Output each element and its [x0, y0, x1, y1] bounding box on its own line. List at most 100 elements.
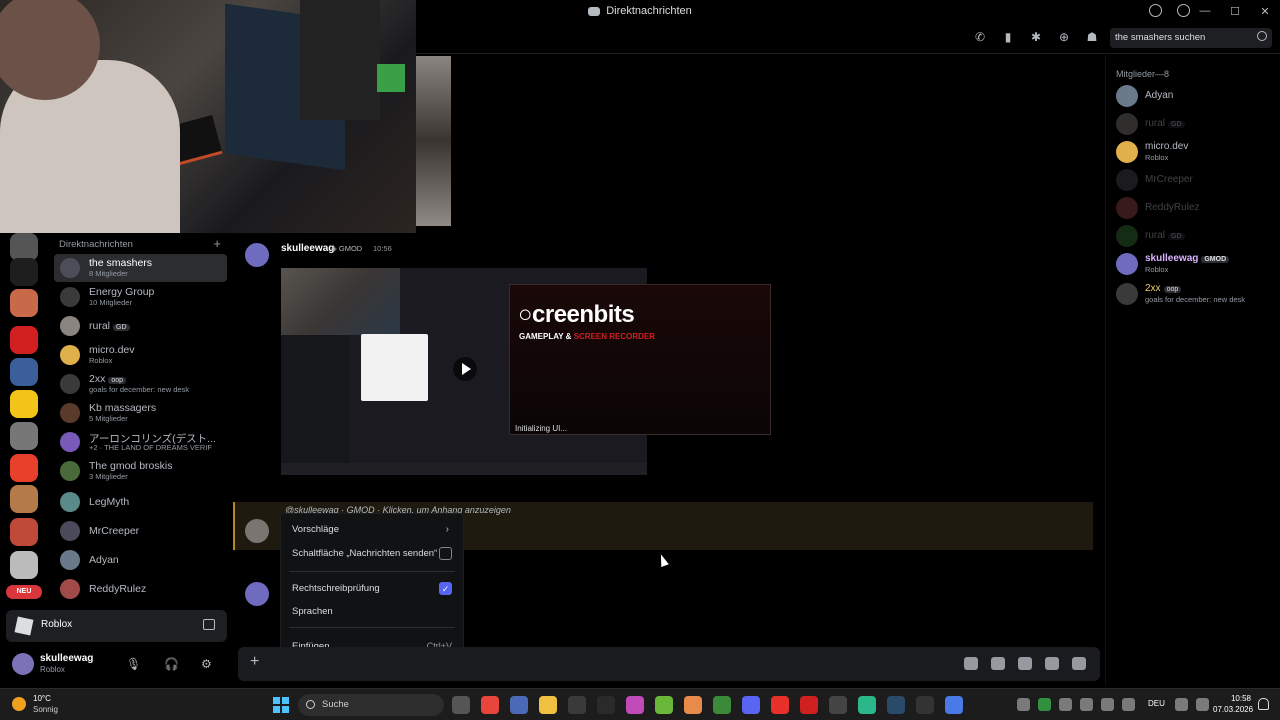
- new-badge[interactable]: NEU: [6, 585, 42, 599]
- member-skulleewag[interactable]: skulleewag GMOD Roblox: [1114, 250, 1279, 278]
- spellcheck-checkbox[interactable]: ✓: [439, 582, 452, 595]
- maximize-button[interactable]: ☐: [1220, 5, 1250, 18]
- volume-icon[interactable]: [1196, 698, 1209, 711]
- message-composer[interactable]: +: [238, 647, 1100, 681]
- dm-item-mrcreeper[interactable]: MrCreeper: [54, 517, 227, 545]
- member-rural[interactable]: rural GD: [1114, 110, 1279, 138]
- tray-app-icon[interactable]: [1038, 698, 1051, 711]
- member-adyan[interactable]: Adyan: [1114, 82, 1279, 110]
- app-icon[interactable]: [858, 696, 876, 714]
- emoji-icon[interactable]: [1045, 657, 1059, 670]
- sticker-icon[interactable]: [1018, 657, 1032, 670]
- members-icon[interactable]: ☗: [1084, 30, 1100, 44]
- steam-icon[interactable]: [887, 696, 905, 714]
- member-rural-2[interactable]: rural GD: [1114, 222, 1279, 250]
- dm-sub: Roblox: [89, 356, 113, 365]
- search-input[interactable]: the smashers suchen: [1110, 28, 1272, 48]
- store-icon[interactable]: [568, 696, 586, 714]
- dm-item-reddyrulez[interactable]: ReddyRulez: [54, 575, 227, 603]
- avatar[interactable]: [245, 582, 269, 606]
- app-icon[interactable]: [916, 696, 934, 714]
- avatar[interactable]: [245, 243, 269, 267]
- tray-overflow-icon[interactable]: [1017, 698, 1030, 711]
- new-dm-icon[interactable]: +: [213, 236, 221, 251]
- taskbar-search[interactable]: Suche: [298, 694, 444, 716]
- server-icon[interactable]: [10, 258, 38, 286]
- send-button-checkbox[interactable]: [439, 547, 452, 560]
- activity-share-icon[interactable]: [203, 619, 215, 630]
- server-icon[interactable]: [10, 289, 38, 317]
- minimize-button[interactable]: —: [1190, 5, 1220, 17]
- dm-item-gmod-broskis[interactable]: The gmod broskis 3 Mitglieder: [54, 457, 227, 485]
- microphone-icon[interactable]: 🎙: [126, 657, 141, 671]
- network-icon[interactable]: [1175, 698, 1188, 711]
- minecraft-icon[interactable]: [713, 696, 731, 714]
- dm-item-energy-group[interactable]: Energy Group 10 Mitglieder: [54, 283, 227, 311]
- dm-item-adyan[interactable]: Adyan: [54, 546, 227, 574]
- server-icon[interactable]: [10, 551, 38, 579]
- server-icon[interactable]: [10, 422, 38, 450]
- dm-item-2xx[interactable]: 2xx oop goals for december: new desk: [54, 370, 227, 398]
- activity-panel[interactable]: Roblox: [6, 610, 227, 642]
- calculator-icon[interactable]: [510, 696, 528, 714]
- app-icon[interactable]: [945, 696, 963, 714]
- steam-tray-icon[interactable]: [1059, 698, 1072, 711]
- server-icon[interactable]: [10, 518, 38, 546]
- server-icon[interactable]: [10, 358, 38, 386]
- app-icon[interactable]: [800, 696, 818, 714]
- app-icon[interactable]: [829, 696, 847, 714]
- chrome-icon[interactable]: [481, 696, 499, 714]
- menu-item-suggestions[interactable]: Vorschläge: [292, 524, 339, 535]
- server-icon[interactable]: [10, 485, 38, 513]
- app-icon[interactable]: [684, 696, 702, 714]
- member-micro-dev[interactable]: micro.dev Roblox: [1114, 138, 1279, 166]
- dm-item-rural[interactable]: rural GD: [54, 312, 227, 340]
- member-reddyrulez[interactable]: ReddyRulez: [1114, 194, 1279, 222]
- dm-item-the-smashers[interactable]: the smashers 8 Mitglieder: [54, 254, 227, 282]
- avatar[interactable]: [245, 519, 269, 543]
- mic-tray-icon[interactable]: [1101, 698, 1114, 711]
- headphones-icon[interactable]: 🎧: [164, 657, 179, 671]
- attach-plus-icon[interactable]: +: [250, 653, 259, 671]
- dm-item-aaron[interactable]: アーロンコリンズ(デスト... +2 · THE LAND OF DREAMS …: [54, 428, 227, 456]
- help-icon[interactable]: [1177, 4, 1190, 17]
- dm-item-micro-dev[interactable]: micro.dev Roblox: [54, 341, 227, 369]
- discord-icon[interactable]: [742, 696, 760, 714]
- server-icon[interactable]: [10, 390, 38, 418]
- discord-tray-icon[interactable]: [1080, 698, 1093, 711]
- windows-start-icon[interactable]: [273, 697, 289, 713]
- gif-icon[interactable]: [991, 657, 1005, 670]
- dm-item-legmyth[interactable]: LegMyth: [54, 488, 227, 516]
- server-icon[interactable]: [10, 326, 38, 354]
- gift-icon[interactable]: [964, 657, 978, 670]
- file-explorer-icon[interactable]: [539, 696, 557, 714]
- taskbar-clock[interactable]: 10:58 07.03.2026: [1213, 693, 1253, 715]
- server-icon[interactable]: [10, 454, 38, 482]
- task-view-icon[interactable]: [452, 696, 470, 714]
- notification-bell-icon[interactable]: [1258, 698, 1269, 710]
- menu-item-spellcheck[interactable]: Rechtschreibprüfung: [292, 583, 380, 594]
- apps-icon[interactable]: [1072, 657, 1086, 670]
- menu-item-send-button[interactable]: Schaltfläche „Nachrichten senden“: [292, 548, 437, 559]
- app-icon[interactable]: [626, 696, 644, 714]
- pin-icon[interactable]: ✱: [1028, 30, 1044, 44]
- terminal-icon[interactable]: [597, 696, 615, 714]
- play-icon[interactable]: [453, 357, 477, 381]
- member-mrcreeper[interactable]: MrCreeper: [1114, 166, 1279, 194]
- add-friends-icon[interactable]: ⊕: [1056, 30, 1072, 44]
- avatar[interactable]: [12, 653, 34, 675]
- member-2xx[interactable]: 2xx oop goals for december: new desk: [1114, 280, 1279, 308]
- record-icon[interactable]: [771, 696, 789, 714]
- call-icon[interactable]: ✆: [972, 30, 988, 44]
- video-icon[interactable]: ▮: [1000, 30, 1016, 44]
- language-indicator[interactable]: DEU: [1148, 699, 1165, 708]
- message-author[interactable]: skulleewag: [281, 243, 334, 254]
- inbox-icon[interactable]: [1149, 4, 1162, 17]
- close-button[interactable]: ✕: [1250, 5, 1280, 18]
- app-icon[interactable]: [655, 696, 673, 714]
- keyboard-tray-icon[interactable]: [1122, 698, 1135, 711]
- dm-item-kb-massagers[interactable]: Kb massagers 5 Mitglieder: [54, 399, 227, 427]
- menu-item-languages[interactable]: Sprachen: [292, 606, 333, 617]
- settings-gear-icon[interactable]: ⚙: [201, 657, 212, 671]
- server-icon[interactable]: [10, 233, 38, 261]
